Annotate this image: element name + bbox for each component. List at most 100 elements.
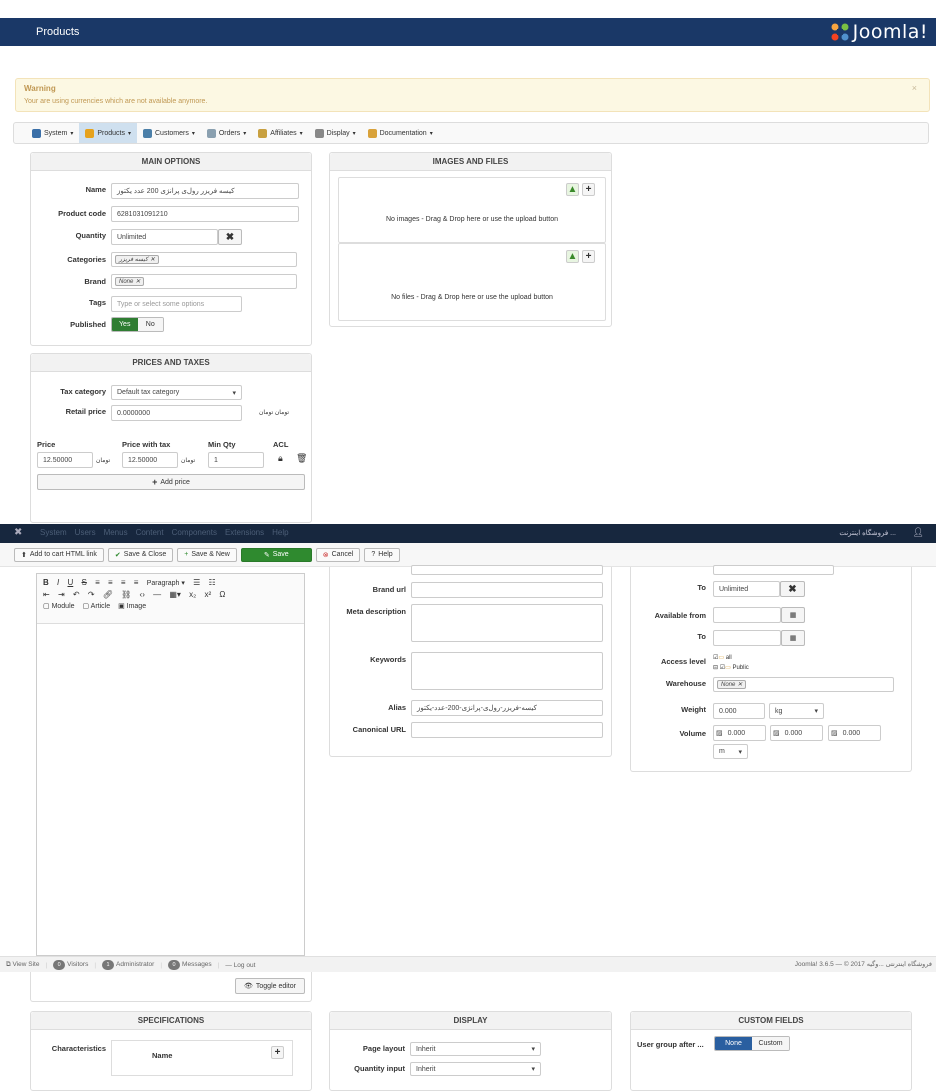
add-icon[interactable]: + (582, 250, 595, 263)
add-to-cart-html-link-button[interactable]: ⬆ Add to cart HTML link (14, 547, 104, 562)
save-new-button[interactable]: + Save & New (177, 547, 237, 562)
underline-icon[interactable]: U (67, 578, 73, 587)
quantity-to-clear-button[interactable]: ✖ (780, 581, 805, 597)
product-code-input[interactable]: 6281031091210 (111, 206, 299, 222)
partial-input[interactable] (713, 565, 834, 575)
price-with-tax-input[interactable]: 12.50000 (122, 452, 178, 468)
close-icon[interactable]: × (912, 83, 917, 93)
admin-menu-item[interactable]: Extensions (225, 528, 264, 537)
trash-icon[interactable]: 🗑︎ (296, 453, 307, 464)
meta-description-textarea[interactable] (411, 604, 603, 642)
warehouse-tag[interactable]: None ✕ (717, 680, 747, 689)
volume-height-input[interactable]: ▨ 0.000 (828, 725, 881, 741)
numbered-list-icon[interactable]: ☷ (209, 578, 216, 587)
access-all-item[interactable]: ☑▭ all (713, 653, 749, 663)
canonical-url-input[interactable] (411, 722, 603, 738)
joomla-icon[interactable]: ✖ (14, 527, 22, 538)
view-site-link[interactable]: ⧉ View Site (6, 961, 39, 969)
bullet-list-icon[interactable]: ☰ (193, 578, 200, 587)
published-yes-button[interactable]: Yes (112, 318, 138, 331)
admin-menu-item[interactable]: Users (75, 528, 96, 537)
paragraph-select[interactable]: Paragraph ▾ (147, 579, 185, 587)
align-center-icon[interactable]: ≡ (108, 578, 113, 587)
add-icon[interactable]: + (582, 183, 595, 196)
images-dropzone[interactable]: ▲ + No images - Drag & Drop here or use … (338, 177, 606, 243)
admin-menu-item[interactable]: Help (272, 528, 288, 537)
menu-products[interactable]: Products ▾ (79, 123, 137, 143)
admin-menu-item[interactable]: System (40, 528, 67, 537)
quantity-input-select[interactable]: Inherit ▾ (410, 1062, 541, 1076)
quantity-input[interactable]: Unlimited (111, 229, 218, 245)
volume-width-input[interactable]: ▨ 0.000 (770, 725, 823, 741)
admin-menu-item[interactable]: Content (136, 528, 164, 537)
user-icon[interactable]: 👤︎ (913, 527, 924, 538)
partial-input[interactable] (411, 565, 603, 575)
category-tag[interactable]: کیسه فریزر ✕ (115, 255, 159, 264)
menu-system[interactable]: System ▾ (26, 123, 79, 143)
site-link[interactable]: فروشگاه اینترنت ... (839, 529, 896, 537)
volume-unit-select[interactable]: m ▾ (713, 744, 748, 759)
indent-icon[interactable]: ⇥ (58, 590, 65, 599)
min-qty-input[interactable]: 1 (208, 452, 264, 468)
hr-icon[interactable]: — (153, 590, 161, 599)
undo-icon[interactable]: ↶ (73, 590, 80, 599)
justify-icon[interactable]: ≡ (134, 578, 139, 587)
link-icon[interactable]: 🔗︎ (103, 590, 113, 599)
volume-length-input[interactable]: ▨ 0.000 (713, 725, 766, 741)
alias-input[interactable]: کیسه-فریزر-رول‌ی-پرانژی-200-عدد-یکتوز (411, 700, 603, 716)
lock-icon[interactable]: 🔒︎ (278, 453, 283, 464)
save-close-button[interactable]: ✔ Save & Close (107, 547, 174, 562)
user-group-custom-button[interactable]: Custom (752, 1037, 789, 1050)
upload-icon[interactable]: ▲ (566, 250, 579, 263)
brand-input[interactable]: None ✕ (111, 274, 297, 289)
admin-menu-item[interactable]: Components (172, 528, 217, 537)
menu-display[interactable]: Display ▾ (309, 123, 362, 143)
cancel-button[interactable]: ⊗ Cancel (315, 547, 361, 562)
outdent-icon[interactable]: ⇤ (43, 590, 50, 599)
keywords-textarea[interactable] (411, 652, 603, 690)
toggle-editor-button[interactable]: 👁︎ Toggle editor (235, 978, 305, 994)
unlink-icon[interactable]: ⛓︎ (121, 590, 131, 599)
quantity-clear-button[interactable]: ✖ (218, 229, 242, 245)
price-input[interactable]: 12.50000 (37, 452, 93, 468)
calendar-icon[interactable]: ▦ (781, 607, 805, 623)
admin-menu-item[interactable]: Menus (104, 528, 128, 537)
menu-customers[interactable]: Customers ▾ (137, 123, 201, 143)
weight-input[interactable]: 0.000 (713, 703, 765, 719)
logout-link[interactable]: — Log out (225, 962, 255, 969)
quantity-to-input[interactable]: Unlimited (713, 581, 780, 597)
image-button[interactable]: ▣ Image (118, 602, 146, 610)
categories-input[interactable]: کیسه فریزر ✕ (111, 252, 297, 267)
brand-tag[interactable]: None ✕ (115, 277, 145, 286)
remove-icon[interactable]: ✕ (135, 278, 140, 285)
access-public-item[interactable]: ⊟ ☑▭ Public (713, 663, 749, 673)
weight-unit-select[interactable]: kg ▾ (769, 703, 824, 719)
remove-icon[interactable]: ✕ (150, 256, 155, 263)
messages-status[interactable]: 0 Messages (168, 960, 212, 970)
name-input[interactable]: کیسه فریزر رول‌ی پرانژی 200 عدد یکتوز (111, 183, 299, 199)
tags-input[interactable]: Type or select some options (111, 296, 242, 312)
upload-icon[interactable]: ▲ (566, 183, 579, 196)
code-icon[interactable]: ‹› (140, 590, 145, 599)
menu-orders[interactable]: Orders ▾ (201, 123, 252, 143)
retail-price-input[interactable]: 0.0000000 (111, 405, 242, 421)
subscript-icon[interactable]: x₂ (189, 590, 196, 599)
remove-icon[interactable]: ✕ (737, 681, 742, 688)
menu-documentation[interactable]: Documentation ▾ (362, 123, 439, 143)
page-layout-select[interactable]: Inherit ▾ (410, 1042, 541, 1056)
save-button[interactable]: ✎ Save (240, 547, 312, 562)
brand-url-input[interactable] (411, 582, 603, 598)
align-right-icon[interactable]: ≡ (121, 578, 126, 587)
module-button[interactable]: ▢ Module (43, 602, 75, 610)
published-no-button[interactable]: No (137, 318, 163, 331)
warehouse-input[interactable]: None ✕ (713, 677, 894, 692)
bold-icon[interactable]: B (43, 578, 49, 587)
strikethrough-icon[interactable]: S (82, 578, 87, 587)
table-icon[interactable]: ▦▾ (169, 590, 181, 599)
align-left-icon[interactable]: ≡ (95, 578, 100, 587)
italic-icon[interactable]: I (57, 578, 59, 587)
special-char-icon[interactable]: Ω (219, 590, 225, 599)
add-icon[interactable]: + (271, 1046, 284, 1059)
calendar-icon[interactable]: ▦ (781, 630, 805, 646)
menu-affiliates[interactable]: Affiliates ▾ (252, 123, 308, 143)
